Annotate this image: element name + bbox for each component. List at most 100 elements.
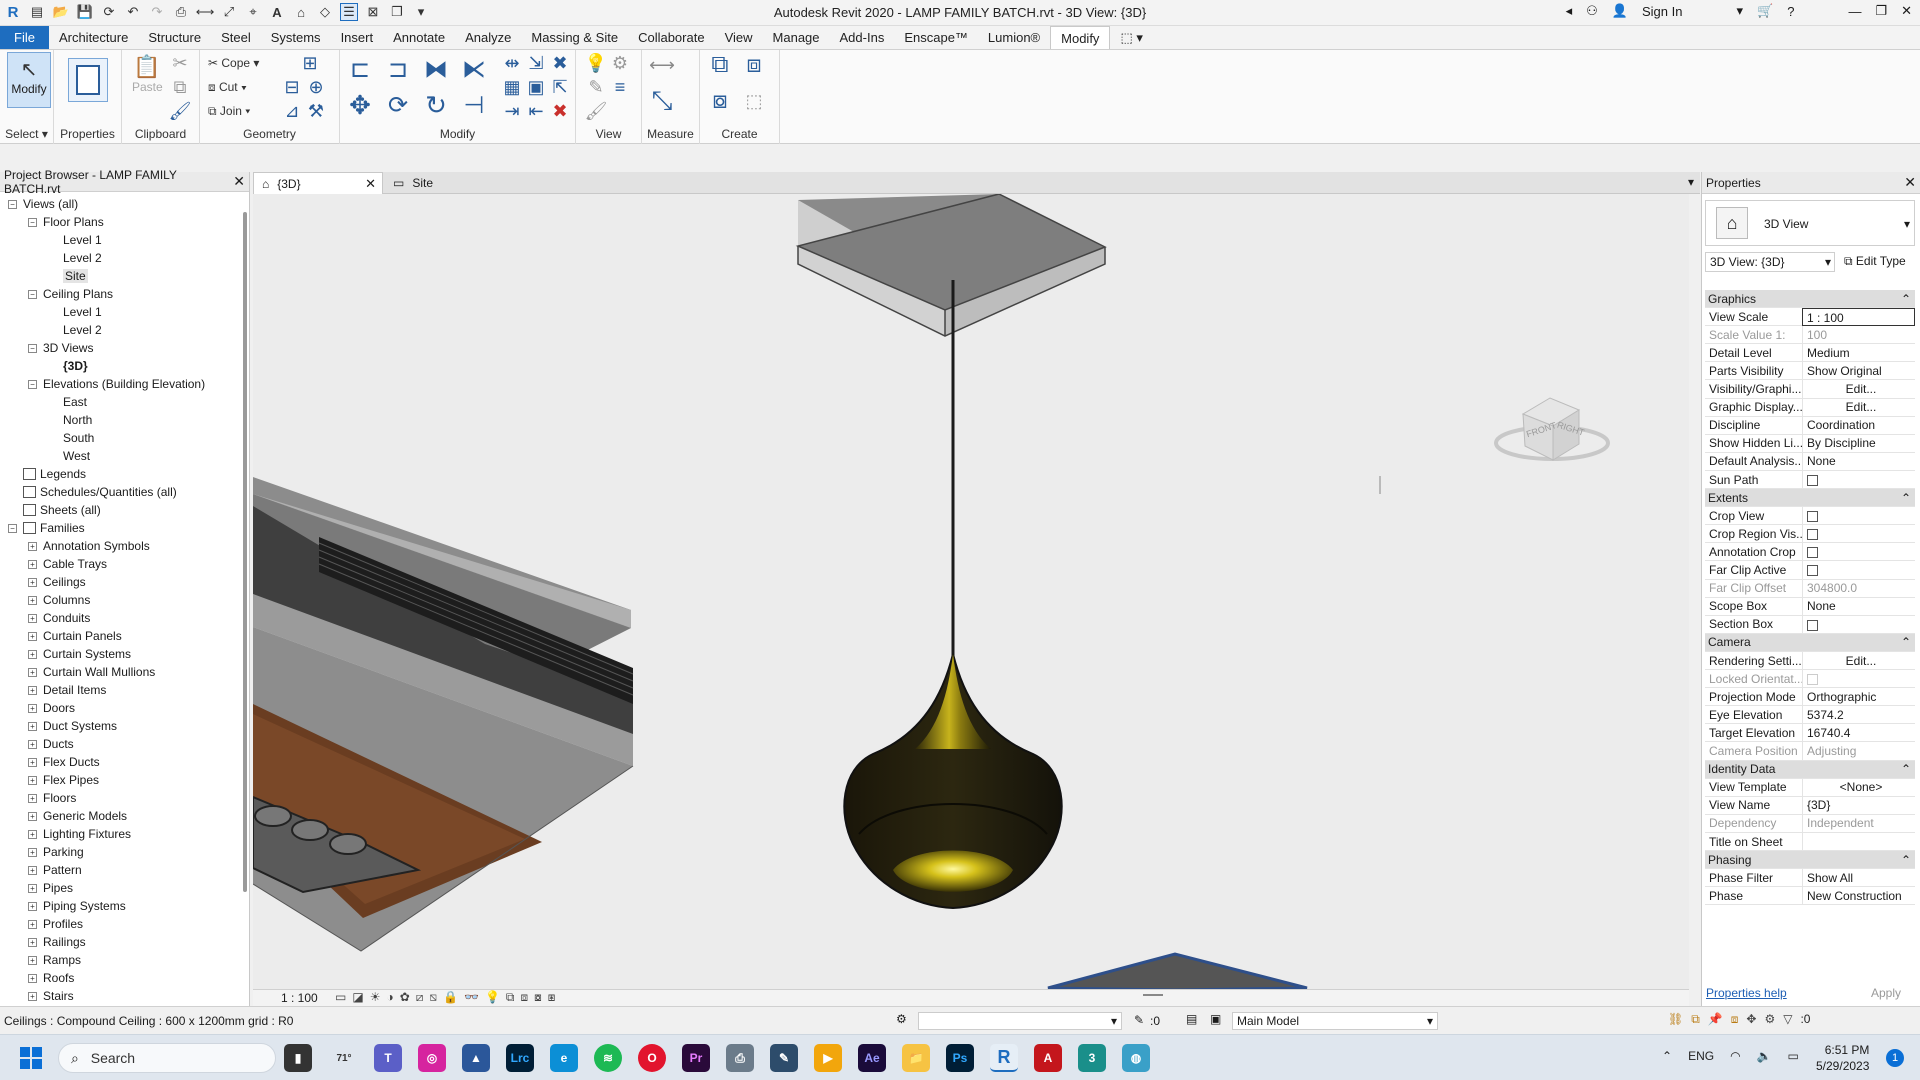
browser-item-3d[interactable]: {3D} bbox=[48, 357, 88, 375]
binoculars-icon[interactable]: ⚇ bbox=[1586, 3, 1598, 19]
browser-item-flex-pipes[interactable]: + Flex Pipes bbox=[28, 771, 99, 789]
browser-item-conduits[interactable]: + Conduits bbox=[28, 609, 90, 627]
constraints-icon[interactable]: ⧆ bbox=[548, 990, 556, 1005]
hide-bulb-icon[interactable]: 💡 bbox=[584, 52, 608, 74]
instagram-icon[interactable]: ◎ bbox=[418, 1044, 446, 1072]
move-icon[interactable]: ✥ bbox=[348, 90, 372, 120]
browser-item-floor-plans[interactable]: − Floor Plans bbox=[28, 213, 104, 231]
offset-icon[interactable]: ⊐ bbox=[386, 56, 410, 83]
lamp-shade[interactable] bbox=[843, 653, 1063, 910]
browser-item-detail-items[interactable]: + Detail Items bbox=[28, 681, 106, 699]
crop-view-icon[interactable]: ⧄ bbox=[416, 990, 424, 1005]
ribbon-tab-add-ins[interactable]: Add-Ins bbox=[830, 26, 895, 49]
background-processes-icon[interactable]: ⚙ bbox=[1764, 1012, 1775, 1027]
property-value[interactable]: Orthographic bbox=[1802, 687, 1915, 706]
video-app-icon[interactable]: ▶ bbox=[814, 1044, 842, 1072]
browser-item-level-2[interactable]: Level 2 bbox=[48, 249, 102, 267]
paint-brush-icon[interactable]: 🖌 bbox=[584, 100, 608, 122]
design-option-dropdown[interactable]: Main Model ▾ bbox=[1232, 1012, 1438, 1030]
ribbon-tab-structure[interactable]: Structure bbox=[138, 26, 211, 49]
measure-between-icon[interactable]: ⟷ bbox=[649, 54, 675, 76]
shadows-icon[interactable]: ◑ bbox=[386, 990, 393, 1005]
browser-item-curtain-wall-mullions[interactable]: + Curtain Wall Mullions bbox=[28, 663, 155, 681]
temp-hide-icon[interactable]: 👓 bbox=[464, 990, 479, 1005]
edge-icon[interactable]: e bbox=[550, 1044, 578, 1072]
notification-badge[interactable]: 1 bbox=[1886, 1049, 1904, 1067]
property-group-graphics[interactable]: Graphics ⌃ bbox=[1705, 290, 1915, 308]
weather-icon[interactable]: 71° bbox=[330, 1044, 358, 1072]
teams-icon[interactable]: T bbox=[374, 1044, 402, 1072]
select-by-face-icon[interactable]: ⧈ bbox=[1731, 1012, 1739, 1027]
browser-item-generic-models[interactable]: + Generic Models bbox=[28, 807, 127, 825]
extend-icon[interactable]: ✖ bbox=[548, 52, 572, 74]
property-value[interactable]: 5374.2 bbox=[1802, 705, 1915, 724]
browser-item-cable-trays[interactable]: + Cable Trays bbox=[28, 555, 107, 573]
linework-icon[interactable]: ✎ bbox=[584, 76, 608, 98]
expand-icon[interactable]: + bbox=[28, 901, 37, 911]
analysis-icon[interactable]: ⧇ bbox=[534, 990, 542, 1005]
battery-icon[interactable]: ▭ bbox=[1788, 1049, 1799, 1063]
after-effects-icon[interactable]: Ae bbox=[858, 1044, 886, 1072]
spotify-icon[interactable]: ≋ bbox=[594, 1044, 622, 1072]
browser-item-ramps[interactable]: + Ramps bbox=[28, 951, 81, 969]
browser-item-parking[interactable]: + Parking bbox=[28, 843, 84, 861]
property-checkbox-cell[interactable] bbox=[1802, 615, 1915, 634]
expand-icon[interactable]: + bbox=[28, 865, 37, 875]
browser-item-piping-systems[interactable]: + Piping Systems bbox=[28, 897, 126, 915]
delete-icon[interactable]: ✖ bbox=[548, 100, 572, 122]
visual-style-icon[interactable]: ◪ bbox=[352, 990, 363, 1005]
ceiling-element[interactable] bbox=[253, 477, 634, 952]
property-checkbox-cell[interactable] bbox=[1802, 524, 1915, 543]
browser-item-south[interactable]: South bbox=[48, 429, 94, 447]
temp-view-icon[interactable]: ⧈ bbox=[520, 990, 528, 1005]
cart-icon[interactable]: 🛒 bbox=[1757, 3, 1773, 19]
property-value[interactable]: None bbox=[1802, 452, 1915, 471]
browser-item-railings[interactable]: + Railings bbox=[28, 933, 86, 951]
copy-modify-icon[interactable]: ⟳ bbox=[386, 92, 410, 119]
browser-item-pipes[interactable]: + Pipes bbox=[28, 879, 73, 897]
apply-button[interactable]: Apply bbox=[1862, 986, 1910, 1000]
sketch-app-icon[interactable]: ✎ bbox=[770, 1044, 798, 1072]
expand-icon[interactable]: + bbox=[28, 739, 37, 749]
property-value[interactable]: Show Original bbox=[1802, 361, 1915, 380]
ribbon-tab-architecture[interactable]: Architecture bbox=[49, 26, 138, 49]
property-group-extents[interactable]: Extents ⌃ bbox=[1705, 489, 1915, 508]
property-value[interactable]: Coordination bbox=[1802, 416, 1915, 435]
browser-item-ceilings[interactable]: + Ceilings bbox=[28, 573, 86, 591]
ribbon-tab-insert[interactable]: Insert bbox=[331, 26, 384, 49]
collapse-icon[interactable]: − bbox=[28, 217, 37, 227]
align-icon[interactable]: ⊏ bbox=[348, 56, 372, 83]
ribbon-tab-systems[interactable]: Systems bbox=[261, 26, 331, 49]
cope-button[interactable]: ✂ Cope ▾ bbox=[208, 56, 259, 70]
exclude-options-icon[interactable]: ▣ bbox=[1210, 1012, 1221, 1026]
ribbon-tab-view[interactable]: View bbox=[715, 26, 763, 49]
partial-object[interactable] bbox=[1047, 952, 1308, 989]
expand-icon[interactable]: + bbox=[28, 631, 37, 641]
group-collapse-icon[interactable]: ⌃ bbox=[1901, 635, 1915, 649]
browser-item-floors[interactable]: + Floors bbox=[28, 789, 76, 807]
ribbon-tab-massing-site[interactable]: Massing & Site bbox=[521, 26, 628, 49]
cut-geometry-button[interactable]: ⧈ Cut ▾ bbox=[208, 80, 247, 95]
expand-icon[interactable]: + bbox=[28, 883, 37, 893]
property-checkbox-cell[interactable] bbox=[1802, 506, 1915, 525]
collapse-icon[interactable]: − bbox=[28, 343, 37, 353]
taskbar-search[interactable]: ⌕ Search bbox=[58, 1043, 276, 1073]
copy-icon[interactable]: ⧉ bbox=[168, 76, 192, 98]
property-checkbox[interactable] bbox=[1807, 619, 1818, 631]
array-icon[interactable]: ▦ bbox=[500, 76, 524, 98]
aligned-dimension-icon[interactable]: ⤡ bbox=[650, 85, 674, 115]
tabs-dropdown-icon[interactable]: ▾ bbox=[1688, 175, 1694, 189]
instance-selector[interactable]: 3D View: {3D} ▾ bbox=[1705, 252, 1835, 272]
property-value[interactable] bbox=[1802, 832, 1915, 851]
expand-icon[interactable]: + bbox=[28, 793, 37, 803]
crop-region-icon[interactable]: ⧅ bbox=[429, 990, 437, 1005]
group-collapse-icon[interactable]: ⌃ bbox=[1901, 292, 1915, 306]
property-button[interactable]: <None> bbox=[1802, 778, 1915, 797]
ribbon-tab-enscape[interactable]: Enscape™ bbox=[894, 26, 978, 49]
help-icon[interactable]: ? bbox=[1787, 4, 1794, 19]
file-explorer-icon[interactable]: 📁 bbox=[902, 1044, 930, 1072]
start-button[interactable] bbox=[20, 1047, 42, 1069]
select-underlay-icon[interactable]: ⧉ bbox=[1691, 1012, 1700, 1027]
clock[interactable]: 6:51 PM 5/29/2023 bbox=[1816, 1042, 1869, 1074]
expand-icon[interactable]: + bbox=[28, 703, 37, 713]
